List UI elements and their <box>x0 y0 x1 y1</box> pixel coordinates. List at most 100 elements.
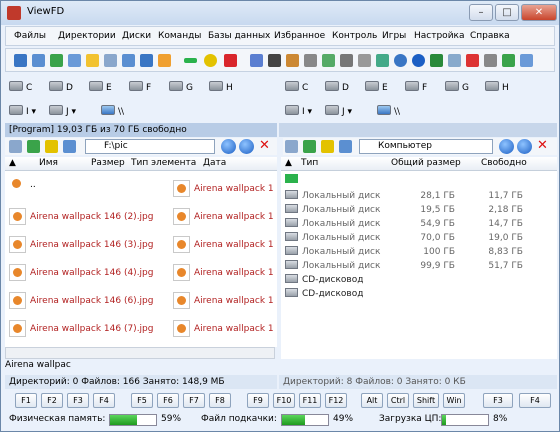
view-thumbs-icon[interactable] <box>50 54 63 67</box>
music-icon[interactable] <box>250 54 263 67</box>
forward-icon[interactable] <box>239 139 254 154</box>
minimize-button[interactable]: – <box>469 4 493 21</box>
b-icon[interactable] <box>140 54 153 67</box>
menu-settings[interactable]: Настройка <box>414 31 465 41</box>
right-path-input[interactable]: Компьютер <box>359 139 493 154</box>
disk-row[interactable]: Локальный диск 100 ГБ 8,83 ГБ <box>285 245 555 259</box>
view-list-icon[interactable] <box>14 54 27 67</box>
menu-directories[interactable]: Директории <box>58 31 116 41</box>
f11-button[interactable]: F11 <box>299 393 321 408</box>
drive-d-right[interactable]: D <box>325 81 349 95</box>
refresh-icon[interactable] <box>339 140 352 153</box>
list-item[interactable]: Airena wallpack 146 (6).jpg <box>9 291 153 311</box>
menu-disks[interactable]: Диски <box>122 31 151 41</box>
drive-c-right[interactable]: C <box>285 81 308 95</box>
floppy-icon[interactable] <box>358 54 371 67</box>
film-icon[interactable] <box>268 54 281 67</box>
list-item[interactable]: Airena wallpack 146 (7).jpg <box>9 319 153 339</box>
bulb-icon[interactable] <box>86 54 99 67</box>
minus-icon[interactable] <box>184 58 197 63</box>
disk-row[interactable]: Локальный диск 28,1 ГБ 11,7 ГБ <box>285 189 555 203</box>
drive-i-left[interactable]: I ▾ <box>9 105 36 119</box>
forward-icon[interactable] <box>517 139 532 154</box>
network-icon[interactable] <box>448 54 461 67</box>
col-size[interactable]: Размер <box>91 157 125 170</box>
drive-e-left[interactable]: E <box>89 81 112 95</box>
ie-icon[interactable] <box>412 54 425 67</box>
drive-i-right[interactable]: I ▾ <box>285 105 312 119</box>
disk-row[interactable]: Локальный диск 99,9 ГБ 51,7 ГБ <box>285 259 555 273</box>
parent-dir-item[interactable]: .. <box>9 175 36 195</box>
calculator-icon[interactable] <box>484 54 497 67</box>
disk-row[interactable]: CD-дисковод <box>285 287 555 301</box>
favorite-star-icon[interactable] <box>45 140 58 153</box>
f10-button[interactable]: F10 <box>273 393 295 408</box>
f4-button[interactable]: F4 <box>93 393 115 408</box>
alt-button[interactable]: Alt <box>361 393 383 408</box>
parent-dir-item[interactable] <box>285 173 555 187</box>
menu-help[interactable]: Справка <box>470 31 510 41</box>
maximize-button[interactable]: □ <box>495 4 519 21</box>
smile-icon[interactable] <box>158 54 171 67</box>
col-total[interactable]: Общий размер <box>391 157 461 170</box>
back-icon[interactable] <box>499 139 514 154</box>
globe-icon[interactable] <box>394 54 407 67</box>
help-icon[interactable] <box>520 54 533 67</box>
list-item[interactable]: Airena wallpack 146 (2).jpg <box>9 207 153 227</box>
menu-files[interactable]: Файлы <box>14 31 46 41</box>
table-icon[interactable] <box>322 54 335 67</box>
drive-g-right[interactable]: G <box>445 81 469 95</box>
list-item[interactable]: Airena wallpack 1 <box>173 235 274 255</box>
f3-right-button[interactable]: F3 <box>483 393 513 408</box>
f5-button[interactable]: F5 <box>131 393 153 408</box>
drive-icon[interactable] <box>104 54 117 67</box>
col-type[interactable]: Тип элемента <box>131 157 196 170</box>
plus-icon[interactable] <box>224 54 237 67</box>
back-icon[interactable] <box>221 139 236 154</box>
menu-favorites[interactable]: Избранное <box>274 31 325 41</box>
list-item[interactable]: Airena wallpack 1 <box>173 291 274 311</box>
up-folder-icon[interactable] <box>27 140 40 153</box>
disk-row[interactable]: CD-дисковод <box>285 273 555 287</box>
view-details-icon[interactable] <box>32 54 45 67</box>
copy-icon[interactable] <box>122 54 135 67</box>
f4-right-button[interactable]: F4 <box>519 393 551 408</box>
menu-databases[interactable]: Базы данных <box>208 31 270 41</box>
ctrl-button[interactable]: Ctrl <box>387 393 409 408</box>
menu-commands[interactable]: Команды <box>158 31 201 41</box>
list-item[interactable]: Airena wallpack 1 <box>173 263 274 283</box>
drive-f-right[interactable]: F <box>405 81 427 95</box>
network-drive-left[interactable]: \\ <box>101 105 124 119</box>
drive-icon[interactable] <box>285 140 298 153</box>
drive-f-left[interactable]: F <box>129 81 151 95</box>
f9-button[interactable]: F9 <box>247 393 269 408</box>
menu-games[interactable]: Игры <box>382 31 406 41</box>
drive-j-left[interactable]: J ▾ <box>49 105 76 119</box>
disk-row[interactable]: Локальный диск 70,0 ГБ 19,0 ГБ <box>285 231 555 245</box>
drive-j-right[interactable]: J ▾ <box>325 105 352 119</box>
cd-icon[interactable] <box>340 54 353 67</box>
excel-icon[interactable] <box>502 54 515 67</box>
star-icon[interactable] <box>204 54 217 67</box>
drive-e-right[interactable]: E <box>365 81 388 95</box>
disk-row[interactable]: Локальный диск 54,9 ГБ 14,7 ГБ <box>285 217 555 231</box>
close-tab-icon[interactable]: ✕ <box>257 139 272 154</box>
f3-button[interactable]: F3 <box>67 393 89 408</box>
archive-icon[interactable] <box>286 54 299 67</box>
list-item[interactable]: Airena wallpack 1 <box>173 319 274 339</box>
disk-row[interactable]: Локальный диск 19,5 ГБ 2,18 ГБ <box>285 203 555 217</box>
f8-button[interactable]: F8 <box>209 393 231 408</box>
win-button[interactable]: Win <box>443 393 465 408</box>
f1-button[interactable]: F1 <box>15 393 37 408</box>
left-horizontal-scrollbar[interactable] <box>5 347 275 359</box>
col-free[interactable]: Свободно <box>481 157 527 170</box>
drive-h-left[interactable]: H <box>209 81 233 95</box>
f2-button[interactable]: F2 <box>41 393 63 408</box>
favorite-star-icon[interactable] <box>321 140 334 153</box>
list-item[interactable]: Airena wallpack 1 <box>173 207 274 227</box>
up-folder-icon[interactable] <box>303 140 316 153</box>
col-type[interactable]: Тип <box>301 157 318 170</box>
close-tab-icon[interactable]: ✕ <box>535 139 550 154</box>
f12-button[interactable]: F12 <box>325 393 347 408</box>
zip-icon[interactable] <box>466 54 479 67</box>
